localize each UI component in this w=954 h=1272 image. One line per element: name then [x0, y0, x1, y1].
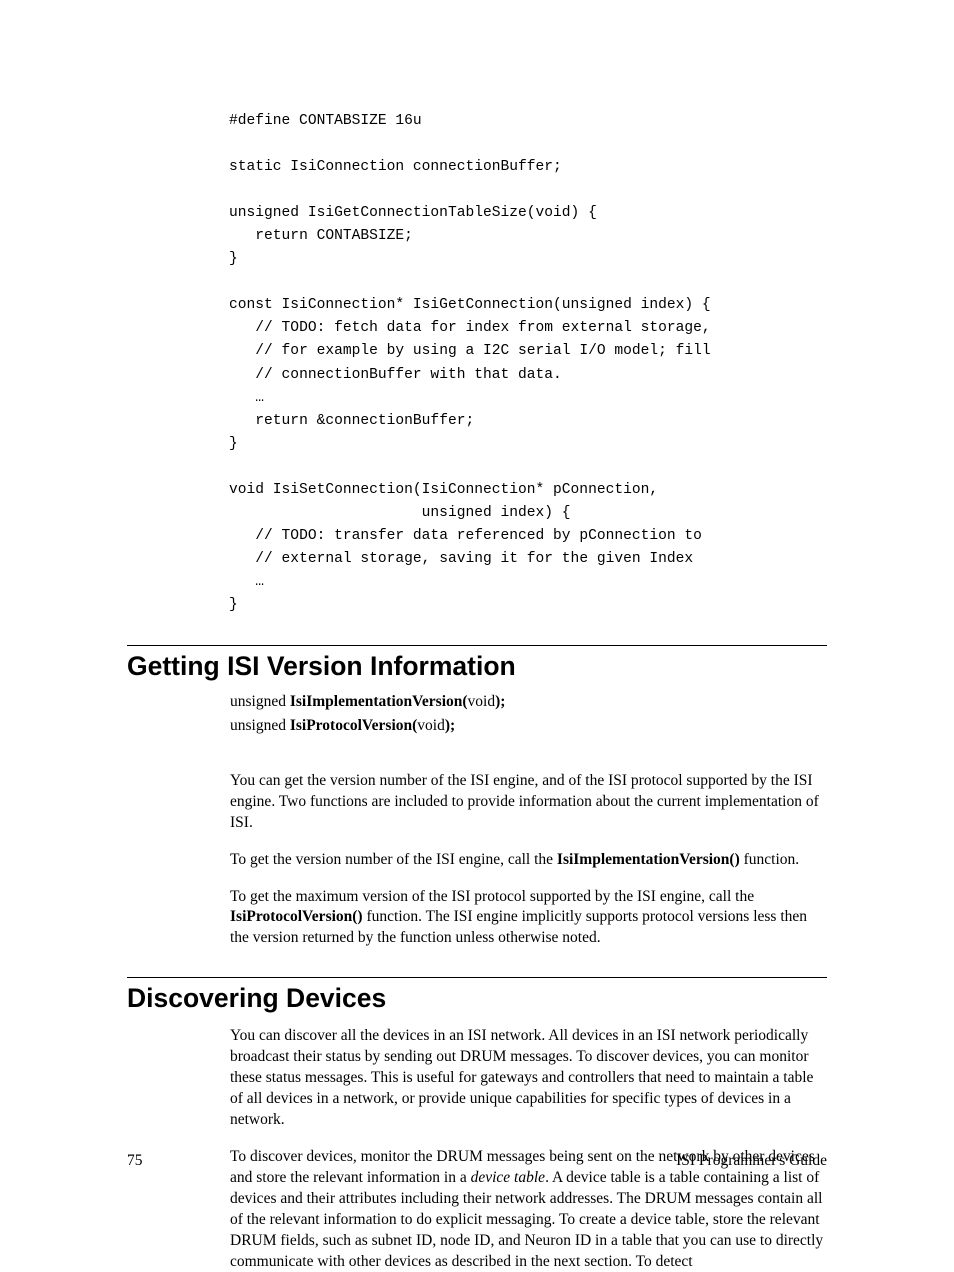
paragraph: To get the maximum version of the ISI pr… — [127, 887, 827, 950]
page-number: 75 — [127, 1152, 143, 1170]
text: function. — [740, 851, 799, 868]
text: To get the version number of the ISI eng… — [230, 851, 557, 868]
page-footer: 75 ISI Programmer's Guide — [127, 1152, 827, 1170]
sig-prefix: unsigned — [230, 717, 290, 734]
sig-func: IsiProtocolVersion( — [290, 717, 417, 734]
paragraph: You can discover all the devices in an I… — [127, 1026, 827, 1131]
code-block: #define CONTABSIZE 16u static IsiConnect… — [127, 110, 827, 617]
inline-italic: device table — [471, 1169, 545, 1186]
paragraph: To get the version number of the ISI eng… — [127, 850, 827, 871]
signature-line: unsigned IsiImplementationVersion(void); — [127, 692, 827, 713]
inline-bold: IsiImplementationVersion() — [557, 851, 740, 868]
signature-line: unsigned IsiProtocolVersion(void); — [127, 716, 827, 737]
section-heading-discovering: Discovering Devices — [127, 977, 827, 1014]
inline-bold: IsiProtocolVersion() — [230, 908, 363, 925]
sig-arg: void — [468, 693, 496, 710]
section-heading-version: Getting ISI Version Information — [127, 645, 827, 682]
sig-close: ); — [445, 717, 455, 734]
sig-prefix: unsigned — [230, 693, 290, 710]
sig-func: IsiImplementationVersion( — [290, 693, 468, 710]
sig-arg: void — [417, 717, 445, 734]
guide-title: ISI Programmer's Guide — [676, 1152, 827, 1170]
sig-close: ); — [495, 693, 505, 710]
text: To get the maximum version of the ISI pr… — [230, 888, 754, 905]
paragraph: You can get the version number of the IS… — [127, 771, 827, 834]
